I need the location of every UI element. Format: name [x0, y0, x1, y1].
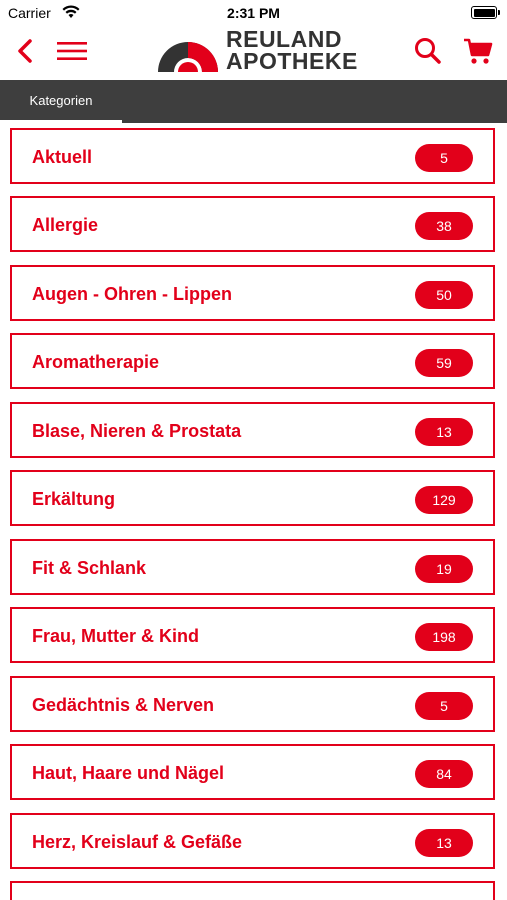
back-button[interactable]	[8, 34, 42, 68]
logo: REULAND APOTHEKE	[156, 26, 358, 74]
list-item[interactable]: Herz, Kreislauf & Gefäße 13	[10, 813, 495, 869]
count-badge: 13	[415, 829, 473, 857]
search-button[interactable]	[410, 34, 446, 68]
count-badge: 84	[415, 760, 473, 788]
status-bar: Carrier 2:31 PM	[0, 0, 507, 26]
list-item[interactable]: Erkältung 129	[10, 470, 495, 526]
category-label: Herz, Kreislauf & Gefäße	[32, 832, 243, 852]
list-item[interactable]: Frau, Mutter & Kind 198	[10, 607, 495, 663]
cart-icon	[464, 38, 493, 64]
cart-button[interactable]	[460, 34, 496, 68]
category-label: Erkältung	[32, 489, 116, 509]
status-time: 2:31 PM	[227, 5, 280, 21]
category-label: Aktuell	[32, 147, 93, 167]
count-badge: 50	[415, 281, 473, 309]
chevron-left-icon	[18, 39, 32, 63]
count-badge: 129	[415, 486, 473, 514]
list-item-partial[interactable]	[10, 881, 495, 900]
category-label: Augen - Ohren - Lippen	[32, 284, 232, 304]
list-item[interactable]: Fit & Schlank 19	[10, 539, 495, 595]
logo-line2: APOTHEKE	[226, 48, 358, 74]
count-badge: 59	[415, 349, 473, 377]
count-badge: 13	[415, 418, 473, 446]
list-item[interactable]: Aktuell 5	[10, 128, 495, 184]
tab-bar: Kategorien	[0, 80, 507, 123]
list-item[interactable]: Gedächtnis & Nerven 5	[10, 676, 495, 732]
logo-text: REULAND APOTHEKE	[226, 26, 358, 74]
logo-mark-icon	[158, 42, 218, 72]
category-label: Gedächtnis & Nerven	[32, 695, 215, 715]
list-item[interactable]: Haut, Haare und Nägel 84	[10, 744, 495, 800]
logo-line1: REULAND	[226, 26, 342, 52]
category-label: Frau, Mutter & Kind	[32, 626, 199, 646]
search-icon	[415, 38, 441, 64]
count-badge: 38	[415, 212, 473, 240]
list-item[interactable]: Allergie 38	[10, 196, 495, 252]
category-label: Haut, Haare und Nägel	[32, 763, 225, 783]
count-badge: 198	[415, 623, 473, 651]
menu-button[interactable]	[54, 34, 90, 68]
list-item[interactable]: Blase, Nieren & Prostata 13	[10, 402, 495, 458]
category-label: Blase, Nieren & Prostata	[32, 421, 242, 441]
list-item[interactable]: Augen - Ohren - Lippen 50	[10, 265, 495, 321]
hamburger-menu-icon	[57, 42, 87, 60]
count-badge: 5	[415, 692, 473, 720]
category-label: Aromatherapie	[32, 352, 160, 372]
count-badge: 5	[415, 144, 473, 172]
app-header: REULAND APOTHEKE	[0, 26, 507, 80]
category-list[interactable]: Aktuell 5 Allergie 38 Augen - Ohren - Li…	[0, 123, 507, 900]
count-badge: 19	[415, 555, 473, 583]
list-item[interactable]: Aromatherapie 59	[10, 333, 495, 389]
category-label: Fit & Schlank	[32, 558, 147, 578]
battery-icon	[471, 6, 500, 19]
category-label: Allergie	[32, 215, 99, 235]
tab-kategorien[interactable]: Kategorien	[0, 80, 122, 123]
